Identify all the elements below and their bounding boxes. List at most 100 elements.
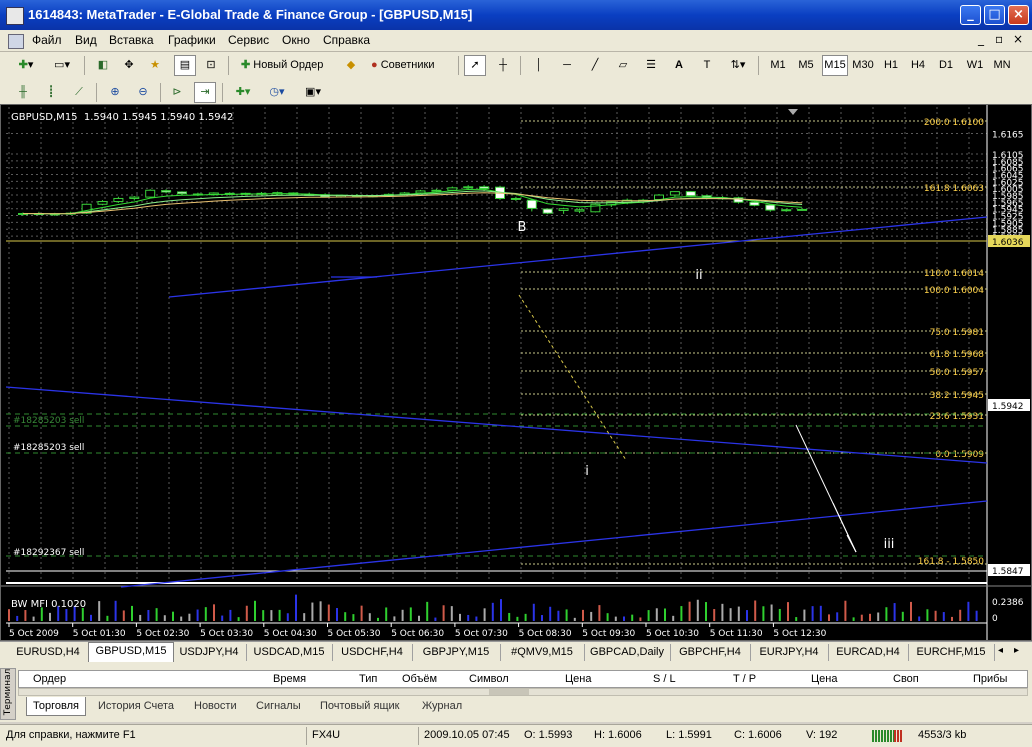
horizontal-line-icon: ─: [563, 59, 571, 71]
navigator-button[interactable]: ★: [144, 55, 166, 76]
candlestick-button[interactable]: ┋: [40, 82, 62, 103]
col-volume[interactable]: Объём: [402, 673, 437, 685]
new-chart-button[interactable]: ✚▾: [10, 55, 42, 76]
menu-insert[interactable]: Вставка: [109, 33, 154, 47]
menu-charts[interactable]: Графики: [168, 33, 216, 47]
fibonacci-button[interactable]: ☰: [640, 55, 662, 76]
timeframe-m1[interactable]: M1: [766, 55, 790, 76]
text-tool-button[interactable]: A: [668, 55, 690, 76]
tab-gbpcad-daily[interactable]: GBPCAD,Daily: [584, 644, 671, 661]
timeframe-m5[interactable]: M5: [794, 55, 818, 76]
tab-eurusd-h4[interactable]: EURUSD,H4: [8, 644, 89, 661]
timeframe-m15[interactable]: M15: [822, 55, 848, 76]
bar-chart-button[interactable]: ╫: [12, 82, 34, 103]
chart-window[interactable]: 1.6165 1.6105 1.6085 1.6065 1.6045 1.6025 1.60…: [0, 104, 1032, 641]
menu-help[interactable]: Справка: [323, 33, 370, 47]
tab-gbpjpy-m15[interactable]: GBPJPY,M15: [412, 644, 501, 661]
menu-window[interactable]: Окно: [282, 33, 310, 47]
price-chart[interactable]: 1.61651.61051.60851.60651.60451.60251.60…: [1, 105, 1031, 640]
arrows-button[interactable]: ⇅▾: [724, 55, 752, 76]
data-window-button[interactable]: ✥: [118, 55, 140, 76]
col-symbol[interactable]: Символ: [469, 673, 509, 685]
vertical-line-button[interactable]: │: [528, 55, 550, 76]
child-close-icon[interactable]: ×: [1013, 32, 1023, 46]
tab-usdcad-m15[interactable]: USDCAD,M15: [246, 644, 333, 661]
child-minimize-icon[interactable]: _: [978, 32, 984, 46]
market-watch-button[interactable]: ◧: [92, 55, 114, 76]
tab-news[interactable]: Новости: [188, 697, 243, 715]
col-profit[interactable]: Прибы: [973, 673, 1007, 685]
col-sl[interactable]: S / L: [653, 673, 676, 685]
terminal-side-tab[interactable]: Терминал: [0, 668, 16, 720]
tab-signals[interactable]: Сигналы: [250, 697, 307, 715]
menu-bar: Файл Вид Вставка Графики Сервис Окно Спр…: [0, 30, 1032, 52]
fibo-label: 38.2 1.5945: [930, 391, 984, 401]
col-swap[interactable]: Своп: [893, 673, 919, 685]
tab-scroll-left-icon[interactable]: ◂: [998, 645, 1003, 656]
chart-shift-button[interactable]: ⇥: [194, 82, 216, 103]
profiles-button[interactable]: ▭▾: [46, 55, 78, 76]
zoom-out-button[interactable]: ⊖: [132, 82, 154, 103]
connection-status-icon[interactable]: [872, 730, 894, 742]
document-icon[interactable]: [8, 34, 24, 49]
tab-gbpusd-m15[interactable]: GBPUSD,M15: [88, 642, 174, 663]
col-price[interactable]: Цена: [565, 673, 591, 685]
order-label-faint: #18285203 sell: [13, 416, 84, 426]
crosshair-tool-button[interactable]: ┼: [492, 55, 514, 76]
minimize-button[interactable]: _: [960, 5, 981, 25]
bull-candle: [463, 186, 474, 189]
text-label-button[interactable]: T: [696, 55, 718, 76]
close-button[interactable]: ×: [1008, 5, 1029, 25]
zoom-in-button[interactable]: ⊕: [104, 82, 126, 103]
tab-eurjpy-h4[interactable]: EURJPY,H4: [750, 644, 829, 661]
periods-button[interactable]: ◷▾: [262, 82, 292, 103]
tab-mailbox[interactable]: Почтовый ящик: [314, 697, 405, 715]
autoscroll-icon: ⊳: [172, 86, 182, 98]
tab-usdchf-h4[interactable]: USDCHF,H4: [332, 644, 413, 661]
text-label-icon: T: [703, 59, 711, 71]
tab-qmv9-m15[interactable]: #QMV9,M15: [500, 644, 585, 661]
col-tp[interactable]: T / P: [733, 673, 756, 685]
tab-gbpchf-h4[interactable]: GBPCHF,H4: [670, 644, 751, 661]
tab-eurchf-m15[interactable]: EURCHF,M15: [908, 644, 995, 661]
timeframe-m30[interactable]: M30: [850, 55, 876, 76]
tab-eurcad-h4[interactable]: EURCAD,H4: [828, 644, 909, 661]
maximize-button[interactable]: □: [984, 5, 1005, 25]
timeframe-d1[interactable]: D1: [935, 55, 957, 76]
trendline-button[interactable]: ╱: [584, 55, 606, 76]
new-order-button[interactable]: ✚ Новый Ордер: [236, 55, 336, 76]
equidistant-channel-button[interactable]: ▱: [612, 55, 634, 76]
tab-account-history[interactable]: История Счета: [92, 697, 180, 715]
timeframe-h4[interactable]: H4: [907, 55, 929, 76]
col-type[interactable]: Тип: [359, 673, 377, 685]
tab-usdjpy-h4[interactable]: USDJPY,H4: [172, 644, 247, 661]
experts-button[interactable]: ● Советники: [366, 55, 452, 76]
child-restore-icon[interactable]: ▫: [995, 32, 1003, 46]
fibonacci-icon: ☰: [646, 59, 656, 71]
line-chart-button[interactable]: ⟋: [68, 82, 90, 103]
menu-tools[interactable]: Сервис: [228, 33, 269, 47]
tab-journal[interactable]: Журнал: [416, 697, 468, 715]
tester-button[interactable]: ⊡: [200, 55, 222, 76]
autoscroll-button[interactable]: ⊳: [166, 82, 188, 103]
timeframe-mn[interactable]: MN: [990, 55, 1014, 76]
horizontal-line-button[interactable]: ─: [556, 55, 578, 76]
metaeditor-button[interactable]: ◆: [340, 55, 362, 76]
col-current-price[interactable]: Цена: [811, 673, 837, 685]
menu-file[interactable]: Файл: [32, 33, 62, 47]
bull-candle: [669, 191, 680, 196]
timeframe-w1[interactable]: W1: [963, 55, 987, 76]
terminal-scrollbar[interactable]: [18, 688, 1028, 696]
indicators-button[interactable]: ✚▾: [228, 82, 258, 103]
tab-trade[interactable]: Торговля: [26, 697, 86, 716]
star-icon: ★: [150, 59, 160, 71]
terminal-button[interactable]: ▤: [174, 55, 196, 76]
col-order[interactable]: Ордер: [33, 673, 66, 685]
cursor-tool-button[interactable]: ➚: [464, 55, 486, 76]
menu-view[interactable]: Вид: [75, 33, 97, 47]
scrollbar-thumb[interactable]: [489, 689, 529, 695]
templates-button[interactable]: ▣▾: [298, 82, 328, 103]
timeframe-h1[interactable]: H1: [880, 55, 902, 76]
col-time[interactable]: Время: [273, 673, 306, 685]
tab-scroll-right-icon[interactable]: ▸: [1014, 645, 1019, 656]
